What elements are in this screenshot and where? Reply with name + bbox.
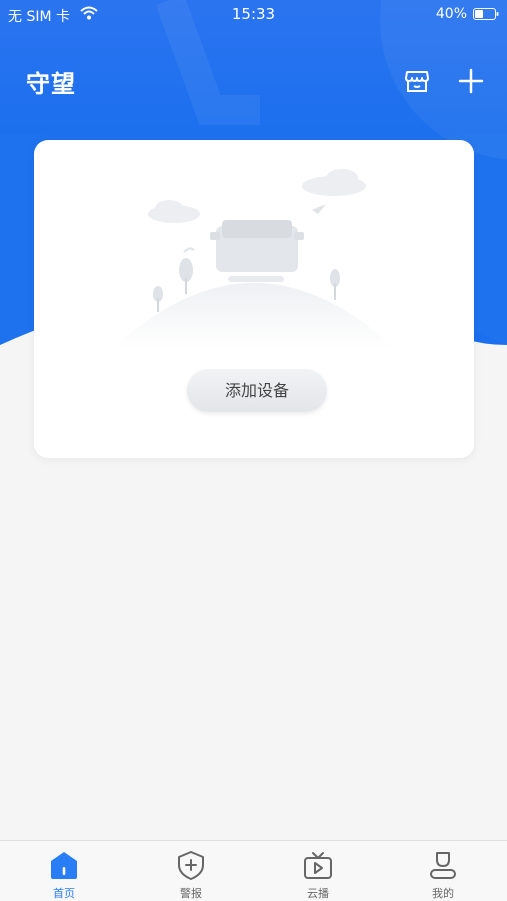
- user-icon: [430, 852, 456, 879]
- tab-mine[interactable]: 我的: [403, 841, 483, 901]
- store-button[interactable]: [403, 67, 431, 95]
- battery-icon: [473, 8, 499, 20]
- tab-cloud-play-label: 云播: [307, 887, 329, 900]
- tv-play-icon: [304, 852, 332, 879]
- tab-home-label: 首页: [53, 887, 75, 900]
- tab-bar: 首页 警报 云播 我的: [0, 840, 507, 901]
- device-card: 添加设备: [34, 140, 474, 458]
- tab-mine-label: 我的: [432, 887, 454, 900]
- store-icon: [405, 71, 429, 92]
- battery-percent: 40%: [435, 6, 467, 22]
- tab-home[interactable]: 首页: [24, 841, 104, 901]
- home-icon: [51, 852, 77, 879]
- plus-icon: [458, 68, 484, 94]
- add-device-button[interactable]: 添加设备: [187, 369, 327, 412]
- tab-cloud-play[interactable]: 云播: [278, 841, 358, 901]
- shield-plus-icon: [178, 851, 204, 880]
- no-device-illustration: [114, 169, 394, 348]
- tab-alarm-label: 警报: [180, 887, 202, 900]
- clock: 15:33: [231, 5, 276, 23]
- add-button[interactable]: [457, 67, 485, 95]
- status-bar: 无 SIM 卡 15:33 40%: [0, 0, 507, 30]
- tab-alarm[interactable]: 警报: [151, 841, 231, 901]
- page-title: 守望: [26, 70, 76, 98]
